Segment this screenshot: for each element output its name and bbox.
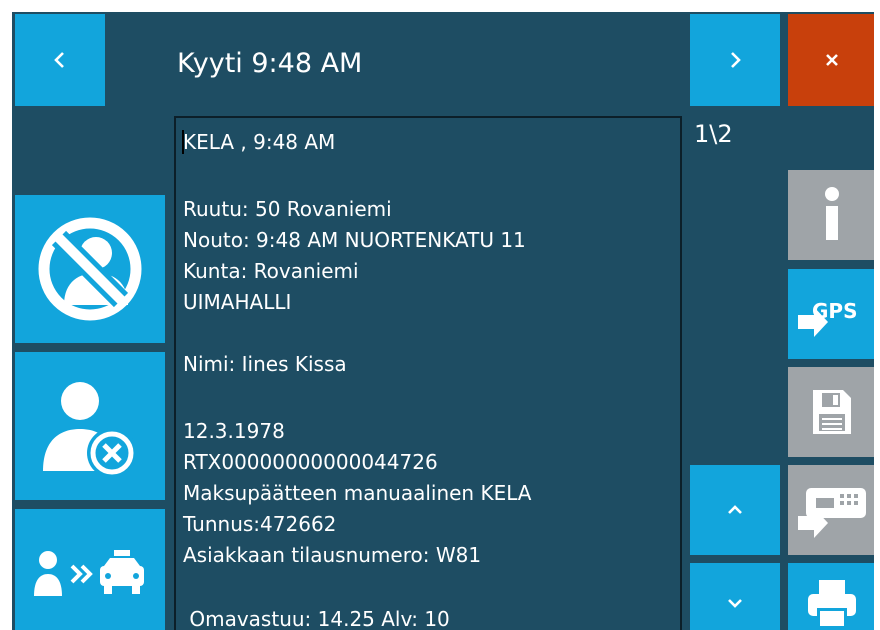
printer-icon — [808, 580, 856, 626]
floppy-disk-icon — [813, 390, 851, 434]
content-line: KELA , 9:48 AM — [183, 130, 336, 154]
content-line: UIMAHALLI — [183, 290, 292, 314]
page-title: Kyyti 9:48 AM — [177, 48, 363, 79]
info-button[interactable] — [788, 170, 874, 260]
ride-details-screen: Kyyti 9:48 AM 1\2 KELA , 9:48 AM Ruutu: … — [12, 12, 874, 630]
print-button[interactable] — [788, 563, 874, 630]
payment-terminal-icon — [798, 488, 866, 538]
payment-terminal-button[interactable] — [788, 465, 874, 555]
transfer-ride-button[interactable] — [15, 509, 165, 630]
content-line: 12.3.1978 — [183, 419, 285, 443]
next-ride-button[interactable] — [690, 14, 780, 106]
person-to-taxi-icon — [34, 550, 144, 596]
content-line: RTX00000000000044726 — [183, 450, 438, 474]
gps-send-button[interactable]: GPS — [788, 269, 874, 359]
cancel-customer-button[interactable] — [15, 352, 165, 500]
no-person-icon — [38, 217, 142, 321]
chevron-up-icon — [728, 505, 742, 514]
content-line: Ruutu: 50 Rovaniemi — [183, 197, 392, 221]
gps-label: GPS — [812, 299, 858, 323]
content-line: Omavastuu: 14.25 Alv: 10 — [183, 607, 450, 630]
content-line: Tunnus:472662 — [183, 512, 337, 536]
content-line: Kunta: Rovaniemi — [183, 259, 359, 283]
chevron-down-icon — [728, 599, 742, 608]
no-show-button[interactable] — [15, 195, 165, 343]
content-line: Nouto: 9:48 AM NUORTENKATU 11 — [183, 228, 526, 252]
ride-details-text[interactable]: KELA , 9:48 AM Ruutu: 50 Rovaniemi Nouto… — [174, 116, 682, 630]
chevron-left-icon — [54, 52, 64, 68]
close-button[interactable] — [788, 14, 874, 106]
content-line: Maksupäätteen manuaalinen KELA — [183, 481, 532, 505]
scroll-down-button[interactable] — [690, 563, 780, 630]
scroll-up-button[interactable] — [690, 465, 780, 555]
person-cancel-icon — [43, 382, 137, 478]
content-line: Asiakkaan tilausnumero: W81 — [183, 543, 482, 567]
save-button[interactable] — [788, 367, 874, 457]
info-icon — [825, 187, 839, 240]
page-indicator: 1\2 — [694, 120, 733, 148]
content-line: Nimi: Iines Kissa — [183, 352, 347, 376]
close-icon — [826, 54, 838, 66]
chevron-right-icon — [731, 52, 741, 68]
previous-ride-button[interactable] — [15, 14, 105, 106]
